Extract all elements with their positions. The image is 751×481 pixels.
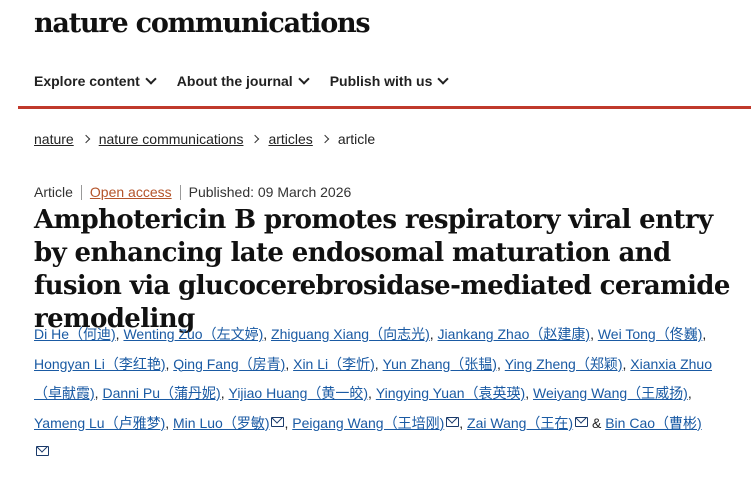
chevron-right-icon xyxy=(81,134,90,144)
author-link[interactable]: Weiyang Wang（王威扬) xyxy=(533,385,688,401)
nav-label: Publish with us xyxy=(329,73,433,89)
author-link[interactable]: Yijiao Huang（黄一皎) xyxy=(229,385,369,401)
breadcrumb: nature nature communications articles ar… xyxy=(34,131,375,147)
open-access-link[interactable]: Open access xyxy=(90,184,172,200)
breadcrumb-nature-communications[interactable]: nature communications xyxy=(99,131,244,147)
author-link[interactable]: Danni Pu（蒲丹妮) xyxy=(102,385,220,401)
published-date: Published: 09 March 2026 xyxy=(188,184,352,200)
author-link[interactable]: Peigang Wang（王培刚) xyxy=(292,415,444,431)
author-link[interactable]: Di He（何迪) xyxy=(34,326,116,342)
author-link[interactable]: Bin Cao（曹彬) xyxy=(605,415,701,431)
author-link[interactable]: Xin Li（李忻) xyxy=(293,356,375,372)
chevron-right-icon xyxy=(251,134,260,144)
nav-about-journal[interactable]: About the journal xyxy=(176,72,310,89)
author-link[interactable]: Wei Tong（佟巍) xyxy=(598,326,703,342)
article-meta: Article Open access Published: 09 March … xyxy=(34,184,351,200)
breadcrumb-current: article xyxy=(337,131,376,147)
author-link[interactable]: Yingying Yuan（袁英瑛) xyxy=(376,385,525,401)
meta-divider xyxy=(179,184,181,200)
meta-divider xyxy=(80,184,82,200)
article-title: Amphotericin B promotes respiratory vira… xyxy=(34,205,730,334)
breadcrumb-nature[interactable]: nature xyxy=(34,131,74,147)
article-type: Article xyxy=(34,184,73,200)
chevron-right-icon xyxy=(320,134,330,144)
email-icon[interactable] xyxy=(575,416,589,427)
author-conjunction: & xyxy=(591,414,602,431)
author-link[interactable]: Min Luo（罗敏) xyxy=(173,415,269,431)
email-icon[interactable] xyxy=(36,446,49,456)
author-link[interactable]: Ying Zheng（郑颖) xyxy=(505,356,623,372)
main-nav: Explore content About the journal Publis… xyxy=(34,72,469,89)
author-link[interactable]: Yun Zhang（张韫) xyxy=(383,356,497,372)
author-link[interactable]: Wenting Zuo（左文婷) xyxy=(123,326,263,342)
author-link[interactable]: Qing Fang（房青) xyxy=(173,356,285,372)
nav-explore-content[interactable]: Explore content xyxy=(34,72,157,89)
nav-label: Explore content xyxy=(34,73,140,89)
author-list: Di He（何迪), Wenting Zuo（左文婷), Zhiguang Xi… xyxy=(34,320,739,468)
nav-label: About the journal xyxy=(176,73,293,89)
chevron-down-icon xyxy=(145,72,157,85)
breadcrumb-articles[interactable]: articles xyxy=(268,131,312,147)
author-link[interactable]: Zai Wang（王在) xyxy=(467,415,573,431)
author-link[interactable]: Zhiguang Xiang（向志光) xyxy=(271,326,430,342)
author-link[interactable]: Hongyan Li（李红艳) xyxy=(34,356,166,372)
header-divider xyxy=(18,106,751,109)
email-icon[interactable] xyxy=(446,416,460,427)
chevron-down-icon xyxy=(437,72,450,85)
nav-publish[interactable]: Publish with us xyxy=(329,72,450,89)
email-icon[interactable] xyxy=(271,416,285,427)
author-link[interactable]: Jiankang Zhao（赵建康) xyxy=(438,326,591,342)
site-logo[interactable]: nature communications xyxy=(34,8,371,39)
chevron-down-icon xyxy=(298,72,310,85)
author-link[interactable]: Yameng Lu（卢雅梦) xyxy=(34,415,165,431)
